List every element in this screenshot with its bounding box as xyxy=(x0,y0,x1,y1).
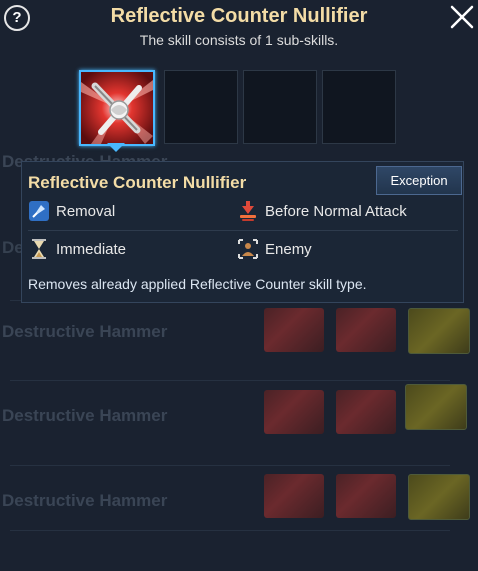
background-skill-tile xyxy=(264,308,324,352)
attribute-label: Before Normal Attack xyxy=(265,202,407,220)
popup-subtitle: The skill consists of 1 sub-skills. xyxy=(139,32,339,48)
attribute-removal: Removal xyxy=(28,200,115,222)
background-row-label: Destructive Hammer xyxy=(2,322,168,341)
subskill-slot-2[interactable] xyxy=(164,70,238,144)
subskill-slot-1[interactable] xyxy=(79,70,155,146)
before-attack-icon xyxy=(240,201,256,221)
attribute-divider xyxy=(28,230,458,231)
attribute-label: Removal xyxy=(56,202,116,220)
background-row-label: Destructive Hammer xyxy=(2,491,168,510)
background-divider xyxy=(10,380,450,381)
subskill-detail-panel: Reflective Counter Nullifier Exception R… xyxy=(21,161,464,303)
close-icon xyxy=(450,5,474,29)
background-skill-tile xyxy=(264,474,324,518)
selected-slot-pointer xyxy=(107,143,125,152)
subskill-description: Removes already applied Reflective Count… xyxy=(28,276,367,292)
attribute-label: Immediate xyxy=(56,240,127,258)
removal-icon xyxy=(29,201,49,221)
popup-title: Reflective Counter Nullifier xyxy=(110,5,368,27)
background-skill-tile xyxy=(408,474,470,520)
background-row-label: Destructive Hammer xyxy=(2,406,168,425)
subskill-name: Reflective Counter Nullifier xyxy=(28,173,247,192)
attribute-immediate: Immediate xyxy=(28,238,126,260)
close-button[interactable] xyxy=(449,4,475,30)
background-skill-tile xyxy=(336,474,396,518)
enemy-target-icon xyxy=(238,239,258,259)
background-skill-tile xyxy=(408,308,470,354)
background-skill-tile xyxy=(264,390,324,434)
crossed-blades-icon xyxy=(81,72,153,144)
attribute-label: Enemy xyxy=(265,240,312,258)
subskill-slot-4[interactable] xyxy=(322,70,396,144)
attribute-enemy: Enemy xyxy=(237,238,312,260)
background-skill-tile xyxy=(336,390,396,434)
subskill-slot-3[interactable] xyxy=(243,70,317,144)
background-skill-tile xyxy=(336,308,396,352)
hourglass-icon xyxy=(32,239,46,259)
background-row: Destructive Hammer xyxy=(0,491,478,571)
attribute-before-normal-attack: Before Normal Attack xyxy=(237,200,407,222)
exception-button[interactable]: Exception xyxy=(376,166,462,195)
background-divider xyxy=(10,530,450,531)
background-divider xyxy=(10,465,450,466)
background-skill-tile xyxy=(405,384,467,430)
